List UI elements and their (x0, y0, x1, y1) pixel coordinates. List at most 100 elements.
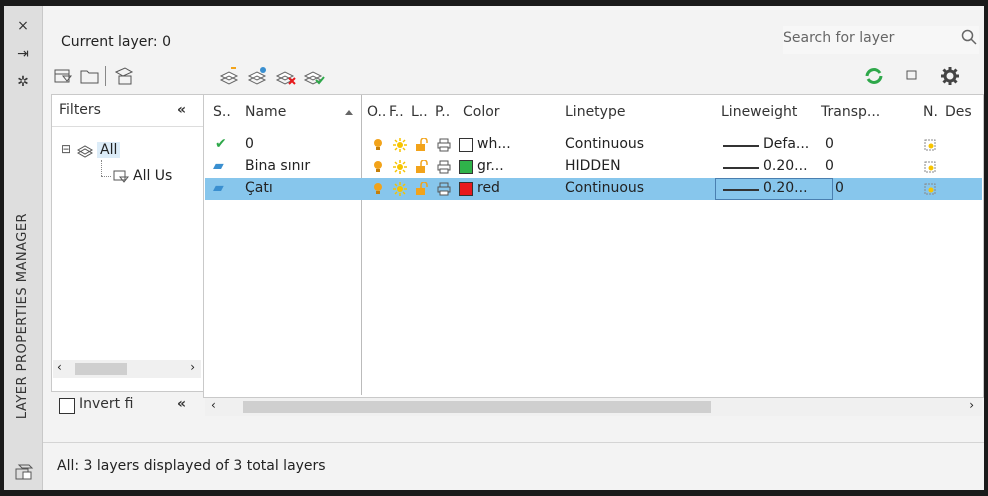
properties-icon[interactable]: ✲ (14, 74, 32, 90)
scroll-right-icon[interactable]: › (190, 360, 195, 374)
layer-states-manager-icon[interactable] (113, 66, 135, 86)
scroll-right-icon[interactable]: › (969, 398, 974, 412)
layer-name[interactable]: Bina sınır (245, 158, 310, 174)
new-layer-icon[interactable] (219, 66, 241, 86)
status-bar: All: 3 layers displayed of 3 total layer… (57, 458, 326, 474)
tree-connector-h (101, 176, 111, 178)
linetype[interactable]: Continuous (565, 180, 644, 196)
lineweight[interactable]: Defa... (763, 136, 809, 152)
collapse-bottom-button[interactable]: « (177, 396, 186, 412)
filters-hscrollbar[interactable]: ‹ › (53, 360, 201, 378)
sun-icon[interactable] (393, 160, 407, 174)
sort-ascending-icon (345, 110, 353, 115)
refresh-icon[interactable] (863, 66, 885, 86)
current-layer-label: Current layer: 0 (61, 34, 171, 50)
tree-node-all-used[interactable]: All Us (113, 166, 203, 186)
tree-node-all[interactable]: ⊟ All (61, 140, 141, 160)
col-transparency[interactable]: Transp... (821, 104, 880, 120)
col-description[interactable]: Des (945, 104, 972, 120)
col-color[interactable]: Color (463, 104, 500, 120)
layers-scroll-thumb[interactable] (243, 401, 711, 413)
collapse-filters-button[interactable]: « (177, 102, 186, 118)
palette-title: LAYER PROPERTIES MANAGER (15, 212, 30, 420)
color-swatch[interactable] (459, 160, 473, 174)
col-new-vp-freeze[interactable]: N. (923, 104, 938, 120)
plot-icon[interactable] (437, 182, 451, 196)
lineweight-sample (723, 145, 759, 147)
palette-titlebar[interactable]: × ⇥ ✲ LAYER PROPERTIES MANAGER (4, 6, 43, 490)
delete-layer-icon[interactable] (275, 66, 297, 86)
new-group-filter-icon[interactable] (79, 66, 101, 86)
lineweight[interactable]: 0.20... (763, 180, 808, 196)
set-current-icon[interactable] (303, 66, 325, 86)
plot-icon[interactable] (437, 160, 451, 174)
sun-icon[interactable] (393, 182, 407, 196)
sun-icon[interactable] (393, 138, 407, 152)
unlock-icon[interactable] (415, 182, 429, 196)
transparency[interactable]: 0 (835, 180, 844, 196)
layer-name[interactable]: Çatı (245, 180, 273, 196)
color-name[interactable]: red (477, 180, 500, 196)
search-layer-field[interactable]: Search for layer (783, 26, 979, 54)
col-lock[interactable]: L.. (411, 104, 428, 120)
toolbar-separator (105, 66, 106, 86)
scroll-left-icon[interactable]: ‹ (57, 360, 62, 374)
new-vp-freeze-icon[interactable] (923, 138, 937, 152)
layer-name[interactable]: 0 (245, 136, 254, 152)
layer-status-icon: ▰ (213, 158, 224, 174)
autohide-icon[interactable]: ⇥ (14, 46, 32, 62)
lightbulb-icon[interactable] (371, 138, 385, 152)
lightbulb-icon[interactable] (371, 182, 385, 196)
layer-row-selected[interactable]: ▰ Çatı red Continuous 0.20... 0 (205, 178, 982, 200)
layer-row[interactable]: ▰ Bina sınır gr... HIDDEN 0.20... 0 (205, 156, 982, 178)
invert-filter-checkbox[interactable] (59, 398, 75, 414)
color-swatch[interactable] (459, 182, 473, 196)
unlock-icon[interactable] (415, 160, 429, 174)
filters-scroll-thumb[interactable] (75, 363, 127, 375)
layers-hscrollbar[interactable]: ‹ › (205, 398, 982, 416)
linetype[interactable]: HIDDEN (565, 158, 621, 174)
col-freeze[interactable]: F.. (389, 104, 404, 120)
lightbulb-icon[interactable] (371, 160, 385, 174)
col-lineweight[interactable]: Lineweight (721, 104, 797, 120)
new-vp-freeze-icon[interactable] (923, 160, 937, 174)
maximize-icon[interactable] (901, 66, 923, 86)
tree-label-all[interactable]: All (97, 142, 121, 158)
col-status[interactable]: S.. (213, 104, 231, 120)
scroll-left-icon[interactable]: ‹ (211, 398, 216, 412)
tree-connector (101, 160, 103, 176)
col-on[interactable]: O.. (367, 104, 386, 120)
color-name[interactable]: wh... (477, 136, 511, 152)
search-icon[interactable] (961, 29, 977, 45)
col-name[interactable]: Name (245, 104, 286, 120)
new-vp-freeze-icon[interactable] (923, 182, 937, 196)
col-plot[interactable]: P.. (435, 104, 450, 120)
col-linetype[interactable]: Linetype (565, 104, 625, 120)
transparency[interactable]: 0 (825, 136, 834, 152)
lineweight[interactable]: 0.20... (763, 158, 808, 174)
layer-row[interactable]: ✔ 0 wh... Continuous Defa... 0 (205, 134, 982, 156)
color-swatch[interactable] (459, 138, 473, 152)
invert-filter-label: Invert fi (79, 396, 134, 412)
tree-expand-icon[interactable]: ⊟ (61, 142, 71, 156)
new-property-filter-icon[interactable] (53, 66, 75, 86)
current-layer-check-icon: ✔ (215, 136, 227, 152)
search-input[interactable]: Search for layer (783, 30, 894, 46)
filters-panel (51, 94, 205, 392)
used-layers-filter-icon (113, 170, 129, 183)
layer-manager-main: Current layer: 0 Search for layer Filter… (43, 6, 984, 490)
gear-icon[interactable] (939, 66, 961, 86)
linetype[interactable]: Continuous (565, 136, 644, 152)
plot-icon[interactable] (437, 138, 451, 152)
new-layer-vp-frozen-icon[interactable] (247, 66, 269, 86)
lineweight-sample (723, 167, 759, 169)
unlock-icon[interactable] (415, 138, 429, 152)
layer-states-icon[interactable] (14, 462, 34, 482)
color-name[interactable]: gr... (477, 158, 504, 174)
tree-label-all-used[interactable]: All Us (133, 168, 172, 184)
transparency[interactable]: 0 (825, 158, 834, 174)
filters-header: Filters (59, 102, 101, 118)
status-divider (43, 442, 984, 443)
layer-status-icon: ▰ (213, 180, 224, 196)
close-icon[interactable]: × (14, 18, 32, 34)
